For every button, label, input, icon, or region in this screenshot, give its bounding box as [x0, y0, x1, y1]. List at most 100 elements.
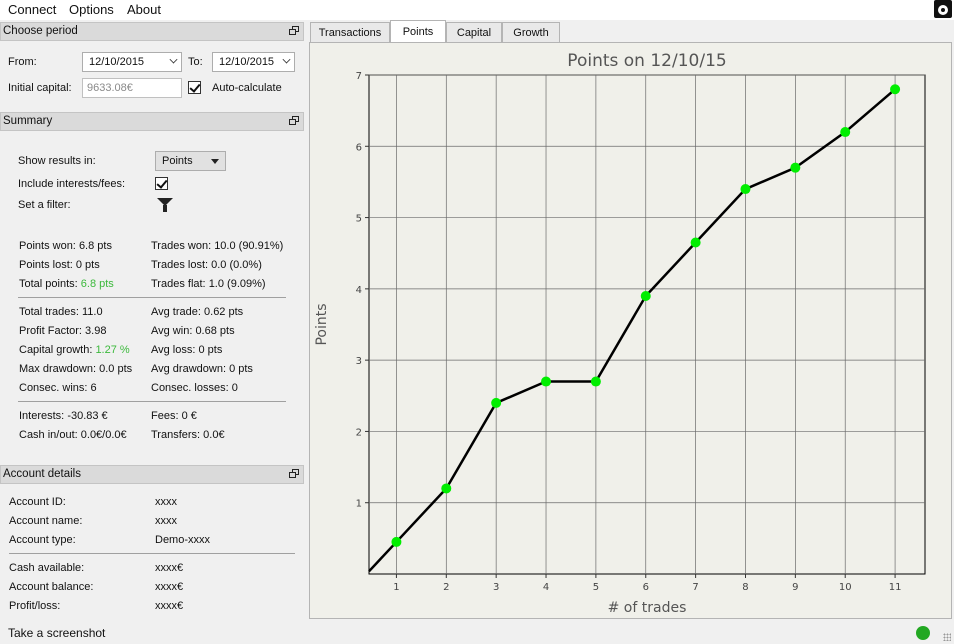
from-date-value: 12/10/2015 — [89, 56, 145, 68]
data-point — [441, 483, 452, 494]
interests-stat: Interests: -30.83 € — [19, 410, 108, 422]
initial-capital-input[interactable]: 9633.08€ — [82, 78, 182, 98]
profit-loss-label: Profit/loss: — [9, 600, 61, 612]
cash-available-label: Cash available: — [9, 562, 85, 574]
float-panel-icon[interactable] — [289, 116, 299, 126]
resize-grip-icon[interactable] — [943, 633, 951, 641]
x-axis-label: # of trades — [608, 600, 687, 616]
chevron-down-icon — [282, 55, 291, 64]
to-date-select[interactable]: 12/10/2015 — [212, 52, 295, 72]
account-panel-header: Account details — [0, 465, 304, 484]
connection-status-icon — [916, 626, 930, 640]
initial-capital-label: Initial capital: — [8, 82, 72, 94]
profit-loss-value: xxxx€ — [155, 600, 184, 612]
chart-title: Points on 12/10/15 — [567, 51, 726, 71]
y-tick-label: 6 — [356, 142, 362, 153]
period-panel-header: Choose period — [0, 22, 304, 41]
trades-won-stat: Trades won: 10.0 (90.91%) — [151, 240, 284, 252]
float-panel-icon[interactable] — [289, 26, 299, 36]
menu-connect[interactable]: Connect — [8, 2, 56, 17]
tab-growth[interactable]: Growth — [502, 22, 560, 42]
status-bar: Take a screenshot — [0, 622, 954, 644]
max-drawdown-stat: Max drawdown: 0.0 pts — [19, 363, 133, 375]
total-points-stat: Total points: 6.8 pts — [19, 278, 114, 290]
summary-panel-header: Summary — [0, 112, 304, 131]
x-tick-label: 10 — [839, 582, 852, 593]
x-tick-label: 3 — [493, 582, 499, 593]
points-lost-stat: Points lost: 0 pts — [19, 259, 100, 271]
tab-points[interactable]: Points — [390, 20, 446, 43]
from-date-select[interactable]: 12/10/2015 — [82, 52, 182, 72]
divider — [9, 553, 295, 554]
summary-panel-title: Summary — [3, 115, 53, 127]
x-tick-label: 4 — [543, 582, 549, 593]
x-tick-label: 1 — [393, 582, 399, 593]
total-trades-stat: Total trades: 11.0 — [19, 306, 103, 318]
tab-capital[interactable]: Capital — [446, 22, 502, 42]
camera-icon[interactable] — [934, 0, 952, 18]
x-tick-labels: 1 2 3 4 5 6 7 8 9 10 11 — [393, 582, 901, 593]
account-panel-title: Account details — [3, 468, 81, 480]
profit-factor-stat: Profit Factor: 3.98 — [19, 325, 107, 337]
y-axis-label: Points — [314, 303, 330, 345]
from-label: From: — [8, 56, 37, 68]
dropdown-arrow-icon — [211, 159, 219, 164]
divider — [18, 401, 286, 402]
avg-win-stat: Avg win: 0.68 pts — [151, 325, 235, 337]
points-won-stat: Points won: 6.8 pts — [19, 240, 112, 252]
chart-panel: 1 2 3 4 5 6 7 8 9 10 11 1234567 Points on 12/10/15… — [309, 42, 952, 619]
account-balance-value: xxxx€ — [155, 581, 184, 593]
y-tick-label: 4 — [356, 285, 362, 296]
data-point — [391, 536, 402, 547]
plot-area — [368, 74, 926, 575]
fees-stat: Fees: 0 € — [151, 410, 197, 422]
menu-bar: Connect Options About — [0, 0, 954, 20]
points-line-chart: 1 2 3 4 5 6 7 8 9 10 11 1234567 Points on 12/10/15… — [314, 51, 926, 616]
x-tick-label: 7 — [692, 582, 698, 593]
tab-transactions[interactable]: Transactions — [310, 22, 390, 42]
to-date-value: 12/10/2015 — [219, 56, 275, 68]
auto-calculate-checkbox[interactable] — [188, 81, 201, 94]
menu-options[interactable]: Options — [69, 2, 114, 17]
account-balance-label: Account balance: — [9, 581, 94, 593]
account-type-label: Account type: — [9, 534, 76, 546]
set-filter-label: Set a filter: — [18, 199, 71, 211]
cash-available-value: xxxx€ — [155, 562, 184, 574]
data-point — [740, 184, 751, 195]
include-interests-label: Include interests/fees: — [18, 178, 126, 190]
data-point — [790, 162, 801, 173]
consec-wins-stat: Consec. wins: 6 — [19, 382, 97, 394]
divider — [18, 297, 286, 298]
account-name-value: xxxx — [155, 515, 177, 527]
consec-losses-stat: Consec. losses: 0 — [151, 382, 238, 394]
data-point — [690, 237, 701, 248]
y-tick-label: 2 — [356, 427, 362, 438]
data-point — [541, 376, 552, 387]
include-interests-checkbox[interactable] — [155, 177, 168, 190]
y-tick-label: 5 — [356, 214, 362, 225]
float-panel-icon[interactable] — [289, 469, 299, 479]
data-point — [640, 290, 651, 301]
chevron-down-icon — [169, 55, 178, 64]
menu-about[interactable]: About — [127, 2, 161, 17]
capital-growth-stat: Capital growth: 1.27 % — [19, 344, 130, 356]
cash-in-out-stat: Cash in/out: 0.0€/0.0€ — [19, 429, 127, 441]
transfers-stat: Transfers: 0.0€ — [151, 429, 225, 441]
account-id-value: xxxx — [155, 496, 177, 508]
status-text[interactable]: Take a screenshot — [8, 626, 105, 640]
x-tick-label: 5 — [593, 582, 599, 593]
results-unit-value: Points — [162, 155, 193, 167]
y-tick-label: 3 — [356, 356, 362, 367]
x-tick-label: 11 — [889, 582, 902, 593]
results-unit-select[interactable]: Points — [155, 151, 226, 171]
avg-trade-stat: Avg trade: 0.62 pts — [151, 306, 244, 318]
data-point — [840, 127, 851, 138]
filter-icon[interactable] — [157, 198, 173, 212]
trades-flat-stat: Trades flat: 1.0 (9.09%) — [151, 278, 266, 290]
period-panel-title: Choose period — [3, 25, 78, 37]
avg-loss-stat: Avg loss: 0 pts — [151, 344, 223, 356]
x-tick-label: 2 — [443, 582, 449, 593]
data-point — [890, 84, 901, 95]
y-tick-labels: 1 2 3 4 5 6 7 — [356, 71, 362, 510]
x-tick-label: 8 — [742, 582, 748, 593]
